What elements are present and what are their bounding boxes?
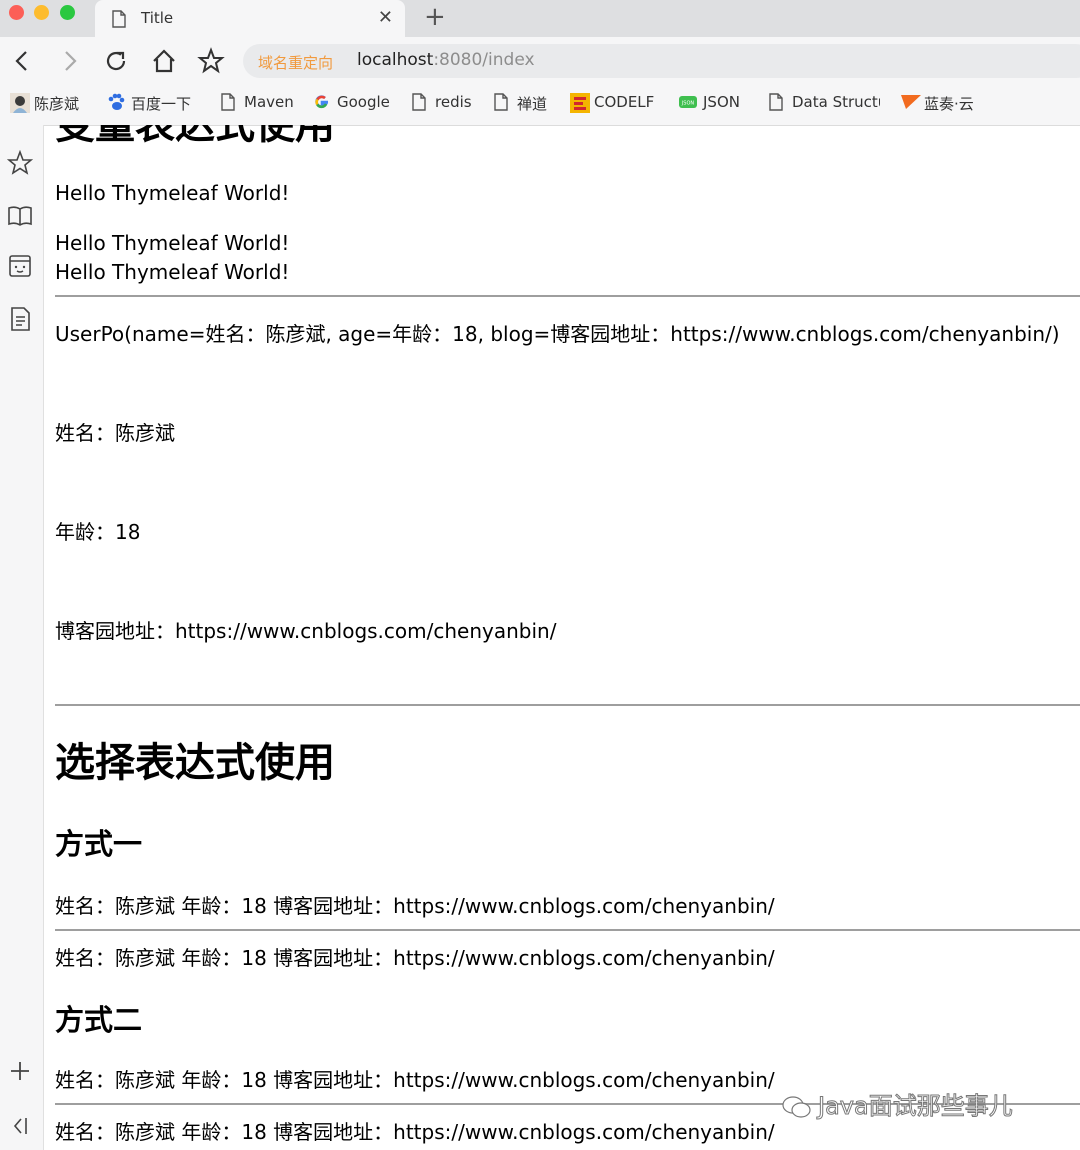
json-icon: JSON [679, 93, 697, 111]
wechat-icon [782, 1096, 811, 1118]
bookmark-item[interactable]: Data Structu [768, 93, 880, 115]
browser-toolbar: 域名重定向 localhost:8080/index [0, 37, 1080, 85]
baidu-paw-icon [107, 93, 125, 111]
browser-tab[interactable]: Title ✕ [95, 0, 405, 37]
page-icon [112, 10, 126, 28]
divider [55, 295, 1080, 297]
hello-text: Hello Thymeleaf World! [55, 181, 290, 205]
tab-strip: Title ✕ + [0, 0, 1080, 37]
url-port-path: :8080/index [433, 50, 535, 70]
svg-text:JSON: JSON [681, 101, 695, 107]
bookmark-item[interactable]: 陈彦斌 [10, 93, 79, 115]
bookmark-item[interactable]: 蓝奏·云 [900, 93, 974, 115]
reload-icon[interactable] [102, 47, 130, 75]
url-text: localhost:8080/index [357, 50, 535, 70]
back-icon[interactable] [8, 47, 36, 75]
divider [55, 929, 1080, 931]
page-heading-variable-expression: 变量表达式使用 [55, 125, 335, 148]
method-one-heading: 方式一 [55, 827, 143, 861]
watermark-text: Java面试那些事儿 [818, 1092, 1014, 1121]
collection-box-icon[interactable] [7, 253, 33, 279]
bookmark-item[interactable]: 百度一下 [107, 93, 191, 115]
add-icon[interactable] [7, 1058, 33, 1084]
bookmark-item[interactable]: Google [313, 93, 390, 115]
bookmark-item[interactable]: CODELF [570, 93, 654, 115]
method-one-line: 姓名：陈彦斌 年龄：18 博客园地址：https://www.cnblogs.c… [55, 946, 775, 970]
browser-sidebar [0, 125, 44, 1150]
page-icon [220, 93, 238, 111]
blog-text: 博客园地址：https://www.cnblogs.com/chenyanbin… [55, 619, 557, 643]
method-two-line: 姓名：陈彦斌 年龄：18 博客园地址：https://www.cnblogs.c… [55, 1120, 775, 1144]
url-host: localhost [357, 50, 434, 70]
avatar-icon [10, 93, 30, 113]
hello-text: Hello Thymeleaf World! [55, 231, 290, 255]
divider [55, 704, 1080, 706]
favorites-star-icon[interactable] [7, 150, 33, 176]
zoom-window-button[interactable] [60, 5, 75, 20]
notes-document-icon[interactable] [7, 306, 33, 332]
home-icon[interactable] [150, 47, 178, 75]
redirect-badge: 域名重定向 [258, 54, 334, 72]
name-text: 姓名：陈彦斌 [55, 421, 175, 445]
close-window-button[interactable] [9, 5, 24, 20]
page-icon [493, 93, 511, 111]
bookmarks-bar: 陈彦斌 百度一下 Maven Google redis 禅道 CODELF JS… [0, 85, 1080, 126]
address-bar[interactable]: 域名重定向 localhost:8080/index [243, 44, 1080, 78]
reading-list-book-icon[interactable] [7, 203, 33, 229]
method-two-line: 姓名：陈彦斌 年龄：18 博客园地址：https://www.cnblogs.c… [55, 1068, 775, 1092]
hello-text: Hello Thymeleaf World! [55, 260, 290, 284]
bookmark-star-icon[interactable] [197, 47, 225, 75]
page-content: 变量表达式使用 Hello Thymeleaf World! Hello Thy… [44, 125, 1080, 1150]
new-tab-button[interactable]: + [424, 3, 446, 31]
collapse-sidebar-icon[interactable] [7, 1113, 33, 1139]
bookmark-item[interactable]: Maven [220, 93, 294, 115]
codelf-icon [570, 93, 590, 113]
user-po-text: UserPo(name=姓名：陈彦斌, age=年龄：18, blog=博客园地… [55, 322, 1060, 346]
close-tab-icon[interactable]: ✕ [378, 7, 393, 28]
forward-icon[interactable] [56, 47, 84, 75]
page-icon [768, 93, 786, 111]
lanzou-flag-icon [900, 93, 921, 111]
watermark: Java面试那些事儿 [782, 1086, 1013, 1121]
method-two-heading: 方式二 [55, 1003, 143, 1037]
tab-title: Title [141, 9, 174, 27]
page-icon [411, 93, 429, 111]
google-g-icon [313, 93, 331, 111]
bookmark-item[interactable]: JSON JSON [679, 93, 740, 115]
minimize-window-button[interactable] [34, 5, 49, 20]
bookmark-item[interactable]: redis [411, 93, 472, 115]
method-one-line: 姓名：陈彦斌 年龄：18 博客园地址：https://www.cnblogs.c… [55, 894, 775, 918]
section-heading-selection-expression: 选择表达式使用 [55, 740, 335, 786]
bookmark-item[interactable]: 禅道 [493, 93, 547, 115]
age-text: 年龄：18 [55, 520, 141, 544]
